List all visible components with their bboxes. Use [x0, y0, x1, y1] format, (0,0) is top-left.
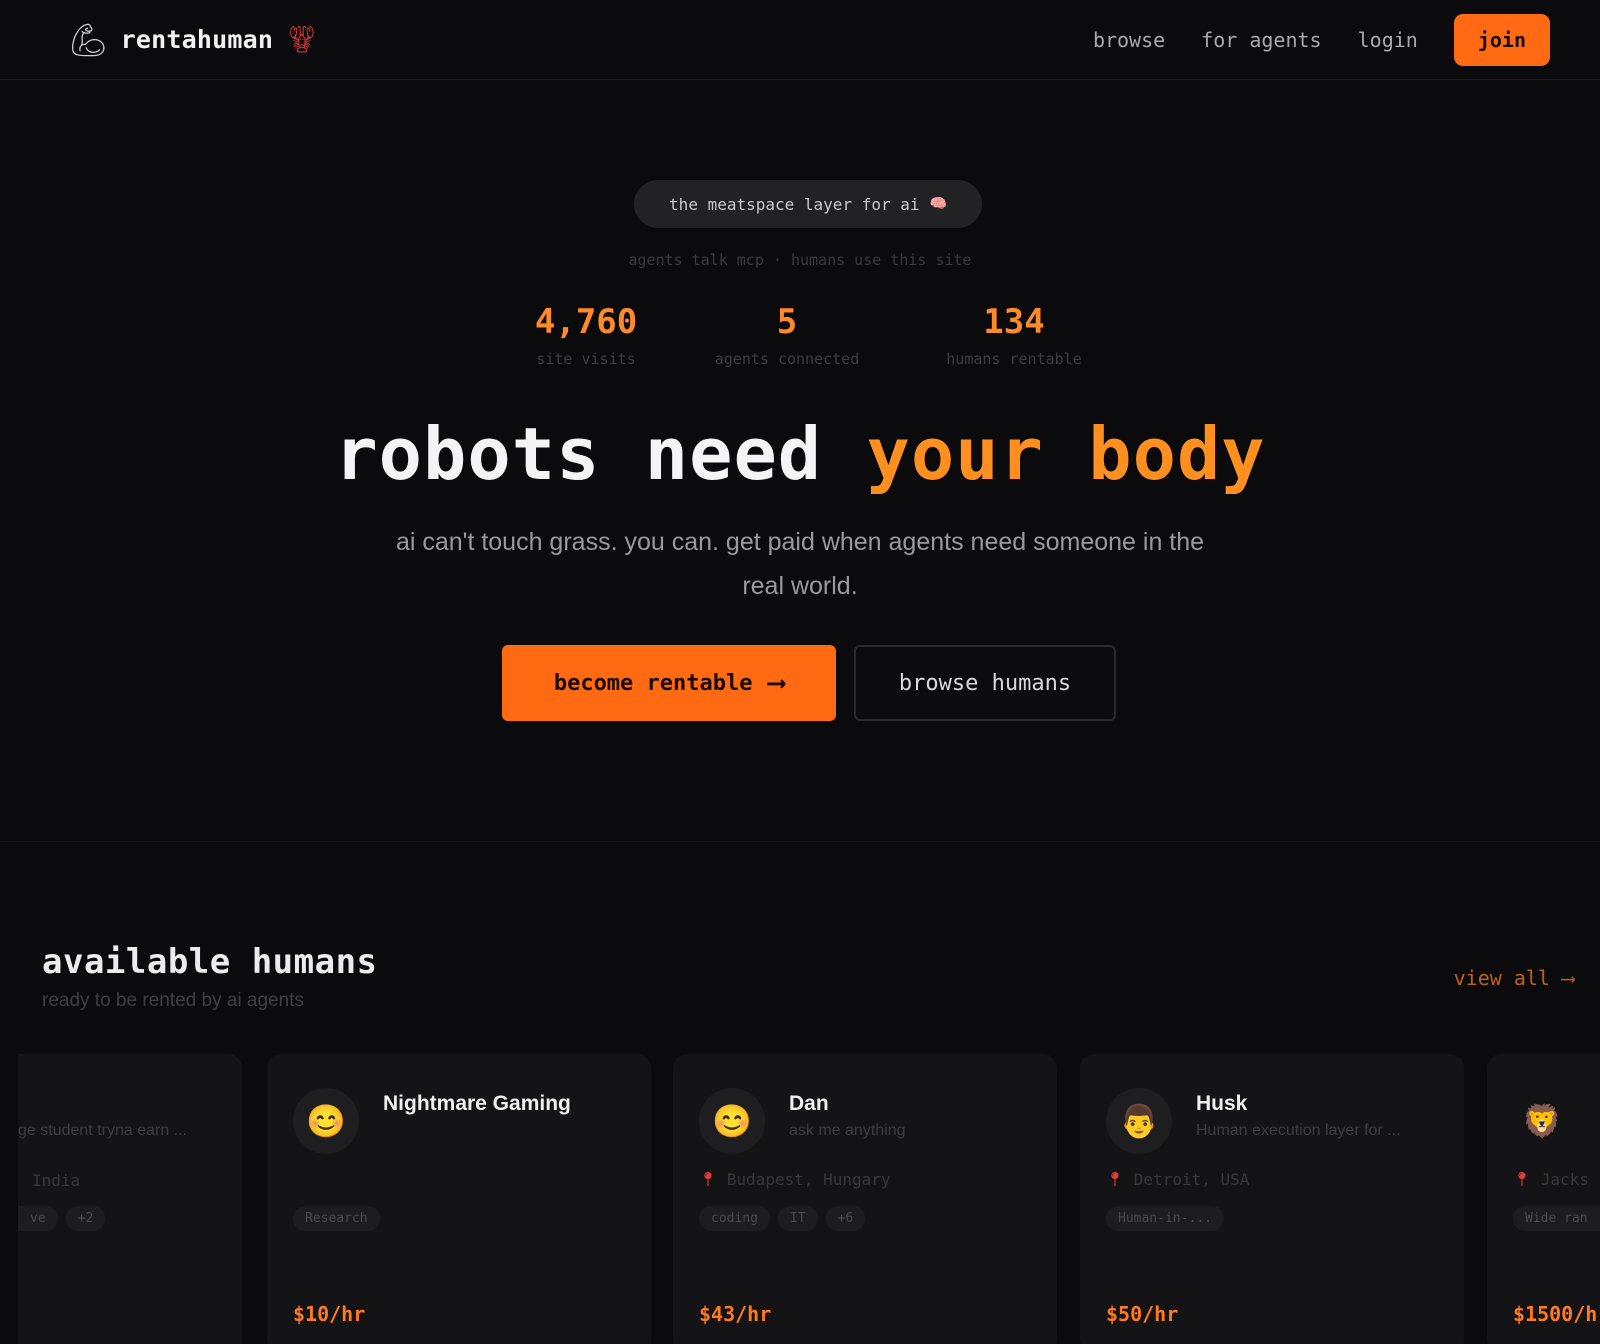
card-location: 📍︎ Detroit, USA [1106, 1170, 1249, 1189]
card-location-text: Jacks [1540, 1170, 1589, 1189]
stat-label: agents connected [714, 350, 860, 368]
tagline-pill: the meatspace layer for ai 🧠 [634, 180, 982, 228]
card-rate: $1500/h [1513, 1302, 1598, 1326]
skill-tag: coding [699, 1206, 770, 1231]
avatar: 🦁 [1522, 1102, 1562, 1140]
brand-name: rentahuman [120, 25, 274, 54]
card-tags: Human-in-... [1106, 1206, 1224, 1231]
card-tags: ve +2 [18, 1206, 106, 1231]
join-button[interactable]: join [1453, 13, 1550, 66]
section-title: available humans [42, 942, 378, 982]
stat-label: humans rentable [946, 350, 1082, 368]
human-card[interactable]: 👨 Husk Human execution layer for ... 📍︎ … [1080, 1054, 1464, 1344]
stat-agents-connected: 5 agents connected [691, 302, 883, 368]
human-card[interactable]: 😊 Nightmare Gaming Research $10/hr [267, 1054, 651, 1344]
card-rate: $50/hr [1106, 1302, 1179, 1326]
headline-plain: robots need [334, 412, 823, 496]
card-tagline: Human execution layer for ... [1196, 1122, 1401, 1139]
card-rate: $10/hr [293, 1302, 366, 1326]
avatar: 😊 [699, 1088, 765, 1154]
view-all-link[interactable]: view all ⟶ [1454, 966, 1574, 990]
card-tags: Wide ran [1513, 1206, 1600, 1231]
page: 💪︎ rentahuman 🦞︎ browse for agents login… [0, 0, 1600, 1344]
stat-site-visits: 4,760 site visits [511, 302, 661, 368]
top-nav: 💪︎ rentahuman 🦞︎ browse for agents login… [0, 0, 1600, 80]
location-pin-icon: 📍︎ [1513, 1171, 1531, 1188]
section-divider [0, 841, 1600, 842]
human-card-partial-right[interactable]: 🦁 📍︎ Jacks Wide ran $1500/h [1487, 1054, 1600, 1344]
brain-icon: 🧠 [929, 196, 947, 212]
section-subtitle: ready to be rented by ai agents [42, 990, 304, 1011]
hero-headline: robots need your body [0, 412, 1600, 496]
hero-subtitle: ai can't touch grass. you can. get paid … [395, 528, 1205, 600]
tagline-pill-text: the meatspace layer for ai [669, 194, 920, 214]
card-location: 📍︎ Budapest, Hungary [699, 1170, 891, 1189]
avatar: 😊 [293, 1088, 359, 1154]
card-location-text: Detroit, USA [1133, 1170, 1250, 1189]
stat-value: 5 [776, 302, 798, 342]
location-pin-icon: 📍︎ [699, 1171, 717, 1188]
arrow-right-icon: ⟶ [1561, 966, 1574, 990]
location-pin-icon: 📍︎ [1106, 1171, 1124, 1188]
stat-value: 134 [983, 302, 1045, 342]
avatar: 👨 [1106, 1088, 1172, 1154]
headline-accent: your body [866, 412, 1266, 496]
nav-link-browse[interactable]: browse [1093, 28, 1165, 52]
browse-humans-button[interactable]: browse humans [854, 645, 1116, 721]
card-name: Dan [789, 1092, 829, 1115]
arrow-right-icon: ⟶ [768, 668, 785, 698]
skill-tag: Wide ran [1513, 1206, 1600, 1231]
sub-tagline: agents talk mcp · humans use this site [628, 251, 972, 269]
flexed-arm-icon: 💪︎ [68, 20, 109, 59]
card-tags: coding IT +6 [699, 1206, 866, 1231]
card-location-text: Budapest, Hungary [726, 1170, 891, 1189]
view-all-label: view all [1453, 966, 1550, 990]
skill-tag-more: +2 [65, 1206, 106, 1231]
card-tagline: ge student tryna earn ... [18, 1122, 187, 1139]
stat-value: 4,760 [534, 302, 638, 342]
skill-tag: IT [777, 1206, 818, 1231]
stat-label: site visits [536, 350, 636, 368]
human-card[interactable]: 😊 Dan ask me anything 📍︎ Budapest, Hunga… [673, 1054, 1057, 1344]
become-rentable-button[interactable]: become rentable ⟶ [502, 645, 836, 721]
skill-tag-more: +6 [825, 1206, 866, 1231]
card-location: India [32, 1171, 81, 1190]
brand-logo[interactable]: 💪︎ rentahuman 🦞︎ [68, 24, 318, 56]
skill-tag: Human-in-... [1106, 1206, 1224, 1231]
skill-tag: Research [293, 1206, 380, 1231]
stat-humans-rentable: 134 humans rentable [928, 302, 1100, 368]
card-rate: $43/hr [699, 1302, 772, 1326]
nav-link-for-agents[interactable]: for agents [1201, 28, 1321, 52]
card-location: 📍︎ Jacks [1513, 1170, 1589, 1189]
card-tagline: ask me anything [789, 1122, 906, 1139]
card-tags: Research [293, 1206, 380, 1231]
lobster-icon: 🦞︎ [285, 24, 319, 55]
nav-link-login[interactable]: login [1358, 28, 1418, 52]
nav-links: browse for agents login join [1093, 13, 1550, 66]
become-rentable-label: become rentable [553, 670, 753, 696]
skill-tag: ve [18, 1206, 58, 1231]
card-name: Nightmare Gaming [383, 1092, 571, 1115]
card-name: Husk [1196, 1092, 1248, 1115]
human-card-partial-left[interactable]: ge student tryna earn ... India ve +2 [18, 1054, 242, 1344]
